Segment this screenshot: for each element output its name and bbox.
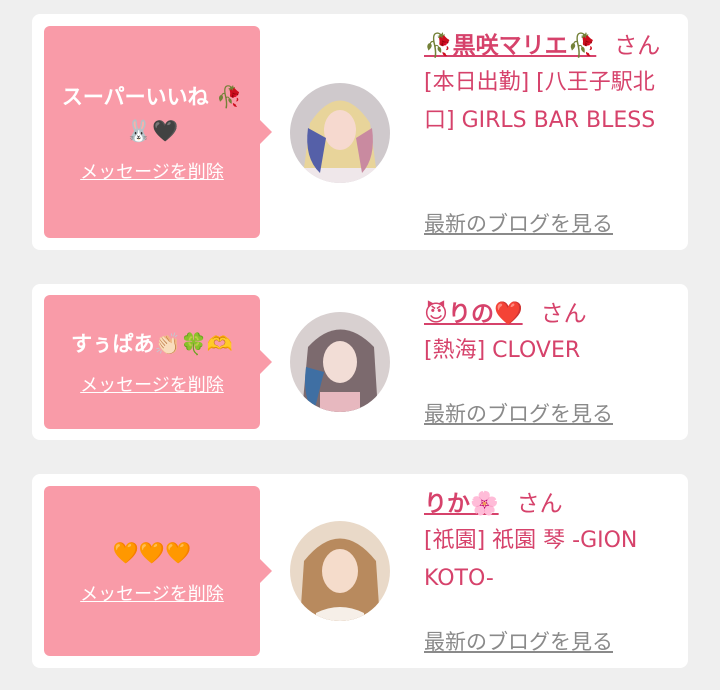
cast-name-link[interactable]: りか🌸 xyxy=(424,491,499,517)
honorific: さん xyxy=(516,491,563,517)
honorific: さん xyxy=(540,301,587,327)
cast-name-link[interactable]: 😈りの❤️ xyxy=(424,301,523,327)
message-bubble: すぅぱあ👏🏻🍀🫶 メッセージを削除 xyxy=(44,295,272,429)
avatar[interactable] xyxy=(290,312,390,412)
name-line: 😈りの❤️ さん xyxy=(424,296,670,332)
latest-blog-link[interactable]: 最新のブログを見る xyxy=(424,208,613,238)
message-text: スーパーいいね 🥀 🐰🖤 xyxy=(61,85,243,143)
avatar[interactable] xyxy=(290,521,390,621)
profile-info: りか🌸 さん [祇園] 祇園 琴 -GION KOTO- xyxy=(424,486,670,598)
cast-name-link[interactable]: 🥀黒咲マリエ🥀 xyxy=(424,33,596,59)
name-line: りか🌸 さん xyxy=(424,486,670,522)
shop-label: [本日出勤] [八王子駅北口] GIRLS BAR BLESS xyxy=(424,70,656,133)
profile-info: 🥀黒咲マリエ🥀 さん [本日出勤] [八王子駅北口] GIRLS BAR BLES… xyxy=(424,28,670,140)
honorific: さん xyxy=(614,33,661,59)
message-card: 🧡🧡🧡 メッセージを削除 りか🌸 さん [祇園] 祇園 琴 -GION KOTO-… xyxy=(32,474,688,668)
message-text: すぅぱあ👏🏻🍀🫶 xyxy=(71,332,233,356)
profile-info: 😈りの❤️ さん [熱海] CLOVER xyxy=(424,296,670,370)
shop-label: [熱海] CLOVER xyxy=(424,338,581,363)
avatar[interactable] xyxy=(290,83,390,183)
latest-blog-link[interactable]: 最新のブログを見る xyxy=(424,398,613,428)
name-line: 🥀黒咲マリエ🥀 さん xyxy=(424,28,670,64)
delete-message-link[interactable]: メッセージを削除 xyxy=(80,371,224,397)
message-text: 🧡🧡🧡 xyxy=(112,541,192,565)
message-bubble: 🧡🧡🧡 メッセージを削除 xyxy=(44,486,272,656)
shop-label: [祇園] 祇園 琴 -GION KOTO- xyxy=(424,528,638,591)
message-bubble: スーパーいいね 🥀 🐰🖤 メッセージを削除 xyxy=(44,26,272,238)
message-card: すぅぱあ👏🏻🍀🫶 メッセージを削除 😈りの❤️ さん [熱海] CLOVER 最新… xyxy=(32,284,688,440)
delete-message-link[interactable]: メッセージを削除 xyxy=(80,580,224,606)
latest-blog-link[interactable]: 最新のブログを見る xyxy=(424,626,613,656)
delete-message-link[interactable]: メッセージを削除 xyxy=(80,158,224,184)
message-card: スーパーいいね 🥀 🐰🖤 メッセージを削除 🥀黒咲マリエ🥀 さん [本日出勤] [… xyxy=(32,14,688,250)
